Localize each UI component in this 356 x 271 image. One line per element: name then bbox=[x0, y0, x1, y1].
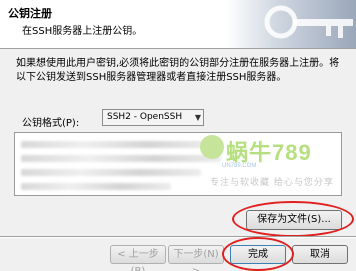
cancel-button[interactable]: 取消 bbox=[292, 245, 348, 264]
blurred-key-line bbox=[21, 169, 201, 176]
key-banner-image bbox=[226, 0, 356, 48]
blurred-key-line bbox=[21, 141, 211, 148]
chevron-down-icon: ▼ bbox=[194, 113, 201, 122]
instruction-text: 如果想使用此用户密钥,必须将此密钥的公钥部分注册在服务器上注册。将以下公钥发送到… bbox=[16, 58, 340, 83]
page-title: 公钥注册 bbox=[8, 7, 52, 20]
public-key-textarea[interactable] bbox=[14, 132, 342, 196]
key-icon bbox=[264, 5, 353, 39]
dialog-header: 公钥注册 在SSH服务器上注册公钥。 bbox=[0, 0, 356, 49]
key-registration-dialog: 公钥注册 在SSH服务器上注册公钥。 如果想使用此用户密钥,必须将此密钥的公钥部… bbox=[0, 0, 356, 271]
page-subtitle: 在SSH服务器上注册公钥。 bbox=[22, 26, 143, 37]
blurred-key-line bbox=[21, 183, 171, 190]
blurred-key-line bbox=[21, 155, 221, 162]
public-key-format-select[interactable]: SSH2 - OpenSSH ▼ bbox=[102, 109, 204, 126]
next-button[interactable]: 下一步(N) > bbox=[168, 245, 224, 271]
footer-divider bbox=[0, 236, 356, 238]
format-select-value: SSH2 - OpenSSH bbox=[107, 112, 183, 122]
public-key-format-label: 公钥格式(P): bbox=[22, 118, 80, 129]
back-button[interactable]: < 上一步(B) bbox=[110, 245, 166, 271]
finish-button[interactable]: 完成 bbox=[230, 245, 286, 264]
save-as-file-button[interactable]: 保存为文件(S)... bbox=[246, 210, 342, 230]
